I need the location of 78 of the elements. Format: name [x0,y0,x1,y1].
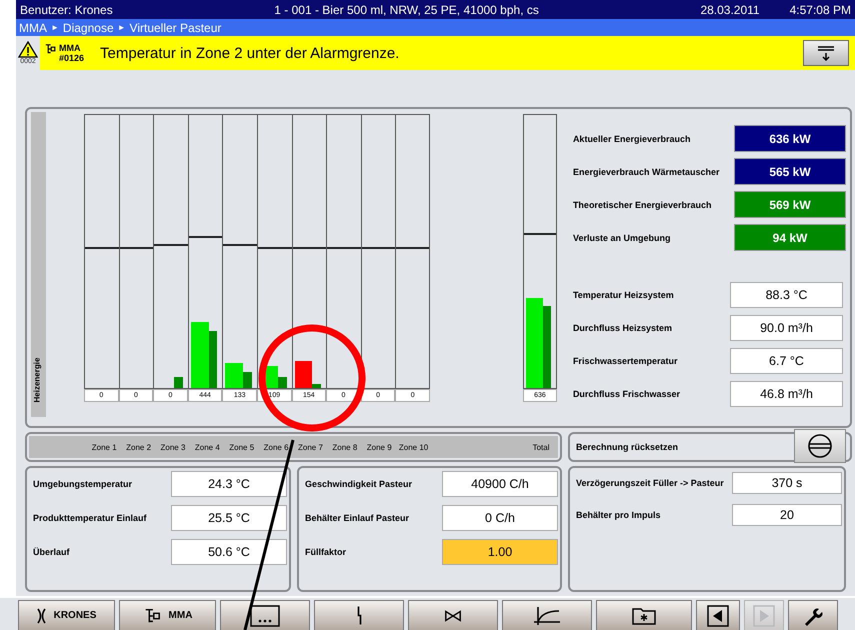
parameter-value: 24.3 °C [171,471,287,497]
folder-star-icon [631,606,657,626]
measurement-label: Durchfluss Heizsystem [572,322,673,334]
reset-icon [807,432,833,458]
breadcrumb-separator: ► [51,23,59,32]
zone-label: Zone 7 [296,442,324,452]
measurement-label: Frischwassertemperatur [572,354,678,366]
breadcrumb-separator: ► [118,23,126,32]
measurement-label: Temperatur Heizsystem [572,288,675,300]
energy-label: Verluste an Umgebung [572,232,672,244]
parameter-label: Behälter Einlauf Pasteur [305,512,410,524]
warning-icon [18,41,38,58]
time-text: 4:57:08 PM [790,2,851,16]
date-text: 28.03.2011 [700,2,760,16]
user-name: Benutzer: Krones [20,2,113,16]
toolbar-button[interactable]: MMA [119,600,216,630]
alarm-code: #0126 [59,53,84,63]
zone-label: Zone 1 [90,442,118,452]
parameter-value: 50.6 °C [171,539,287,565]
toolbar-button[interactable] [408,600,498,630]
zone-label: Zone 10 [398,442,430,452]
toolbar-button[interactable] [788,600,838,630]
parameter-value: 1.00 [442,539,558,565]
zone-label: Zone 3 [159,442,186,452]
parameter-label: Produkttemperatur Einlauf [33,512,148,524]
parameter-value: 20 [732,504,842,526]
tree-icon [142,606,161,624]
zone-label: Zone 6 [262,442,290,452]
energy-label: Aktueller Energieverbrauch [572,132,692,144]
breadcrumb-item[interactable]: Diagnose [62,20,114,34]
energy-value: 636 kW [734,125,846,152]
measurement-label: Durchfluss Frischwasser [572,388,681,400]
parameter-label: Geschwindigkeit Pasteur [305,478,414,490]
alarm-message: Temperatur in Zone 2 unter der Alarmgrenze. [100,44,400,62]
dots-icon [250,604,280,626]
toolbar-button[interactable]: KRONES [18,600,115,630]
alarm-list-button[interactable] [803,40,849,66]
parameter-label: Füllfaktor [305,546,348,558]
axis-label: Heizenergie [32,356,42,402]
krones-logo-icon [36,608,46,624]
toolbar-button[interactable] [220,600,310,630]
parameter-value: 370 s [732,472,842,494]
toolbar-button[interactable] [596,600,692,630]
energy-value: 569 kW [734,191,846,218]
parameter-label: Behälter pro Impuls [576,509,662,521]
parameter-label: Überlauf [33,546,71,558]
parameter-label: Umgebungstemperatur [33,478,134,490]
zone-label: Zone 4 [194,442,221,452]
parameter-label: Verzögerungszeit Füller -> Pasteur [576,477,725,489]
energy-label: Theoretischer Energieverbrauch [572,198,712,210]
energy-value: 565 kW [734,158,846,185]
energy-label: Energieverbrauch Wärmetauscher [572,166,720,178]
measurement-value: 6.7 °C [730,348,843,374]
reset-label: Berechnung rücksetzen [576,441,680,453]
list-down-icon [816,45,836,61]
zone-label: Zone 5 [228,442,256,452]
recipe-text: 1 - 001 - Bier 500 ml, NRW, 25 PE, 41000 bph, cs [274,2,539,16]
parameter-value: 25.5 °C [171,505,287,531]
wrench-icon [803,606,823,626]
energy-value: 94 kW [734,224,846,251]
zone-label: Zone 8 [331,442,358,452]
measurement-value: 46.8 m³/h [730,380,843,406]
tree-icon [44,43,56,55]
breadcrumb-item[interactable]: MMA [19,20,47,34]
breadcrumb-item[interactable]: Virtueller Pasteur [130,20,222,34]
toolbar-button[interactable] [502,600,592,630]
parameter-value: 0 C/h [442,505,558,531]
zone-label: Total [532,442,551,452]
measurement-value: 90.0 m³/h [730,314,843,340]
curve-icon [533,606,561,626]
toolbar-button[interactable] [696,600,740,630]
reset-button[interactable] [794,428,846,462]
parameter-value: 40900 C/h [442,471,558,497]
zone-label: Zone 2 [125,442,152,452]
step-line-icon [356,606,362,625]
measurement-value: 88.3 °C [730,282,843,308]
zone-label: Zone 9 [366,442,393,452]
alarm-source: MMA [59,43,82,53]
